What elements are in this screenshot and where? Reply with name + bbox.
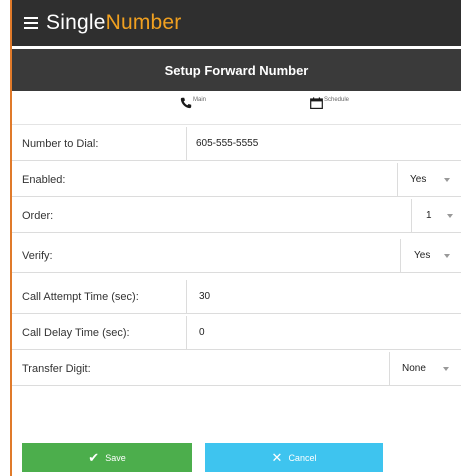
number-to-dial-input[interactable]: 605-555-5555 — [196, 138, 258, 149]
transfer-digit-row: Transfer Digit: None — [12, 352, 461, 386]
enabled-label: Enabled: — [22, 173, 66, 186]
transfer-digit-label: Transfer Digit: — [22, 362, 91, 375]
transfer-digit-select[interactable]: None — [402, 363, 426, 374]
row-divider — [186, 316, 187, 349]
tab-main-label: Main — [193, 97, 207, 103]
top-bar: SingleNumber — [12, 0, 461, 46]
call-delay-time-row: Call Delay Time (sec): 0 — [12, 316, 461, 350]
tab-schedule[interactable]: Schedule — [310, 97, 349, 109]
number-to-dial-label: Number to Dial: — [22, 137, 99, 150]
row-divider — [397, 163, 398, 196]
row-divider — [186, 280, 187, 313]
order-label: Order: — [22, 209, 54, 222]
call-attempt-time-input[interactable]: 30 — [199, 291, 210, 302]
app-logo: SingleNumber — [46, 11, 181, 35]
order-select[interactable]: 1 — [426, 210, 432, 221]
chevron-down-icon[interactable] — [444, 178, 450, 182]
tab-schedule-label: Schedule — [324, 97, 350, 103]
call-attempt-time-label: Call Attempt Time (sec): — [22, 290, 139, 303]
tab-main[interactable]: Main — [180, 97, 206, 109]
checkmark-icon: ✔ — [88, 450, 100, 465]
chevron-down-icon[interactable] — [447, 214, 453, 218]
brand-primary: Single — [46, 11, 106, 34]
chevron-down-icon[interactable] — [443, 367, 449, 371]
number-to-dial-row: Number to Dial: 605-555-5555 — [12, 127, 461, 161]
enabled-select[interactable]: Yes — [410, 174, 426, 185]
call-delay-time-label: Call Delay Time (sec): — [22, 326, 130, 339]
tab-bar: Main Schedule — [12, 91, 461, 125]
row-divider — [186, 127, 187, 160]
chevron-down-icon[interactable] — [444, 254, 450, 258]
call-attempt-time-row: Call Attempt Time (sec): 30 — [12, 280, 461, 314]
phone-icon — [180, 97, 192, 109]
close-icon: ✕ — [271, 450, 283, 465]
cancel-button-label: Cancel — [288, 452, 317, 463]
save-button-label: Save — [105, 452, 126, 463]
call-delay-time-input[interactable]: 0 — [199, 327, 205, 338]
calendar-icon — [310, 97, 323, 109]
row-divider — [411, 199, 412, 232]
verify-label: Verify: — [22, 249, 53, 262]
enabled-row: Enabled: Yes — [12, 163, 461, 197]
cancel-button[interactable]: ✕ Cancel — [205, 443, 383, 472]
save-button[interactable]: ✔ Save — [22, 443, 192, 472]
brand-accent: Number — [105, 11, 182, 34]
action-footer: ✔ Save ✕ Cancel — [12, 440, 461, 476]
row-divider — [400, 239, 401, 272]
row-divider — [389, 352, 390, 385]
hamburger-menu-icon[interactable] — [24, 17, 38, 29]
page-title: Setup Forward Number — [12, 49, 461, 91]
verify-select[interactable]: Yes — [414, 250, 430, 261]
app-frame: SingleNumber Setup Forward Number Main S… — [10, 0, 461, 476]
verify-row: Verify: Yes — [12, 239, 461, 273]
order-row: Order: 1 — [12, 199, 461, 233]
